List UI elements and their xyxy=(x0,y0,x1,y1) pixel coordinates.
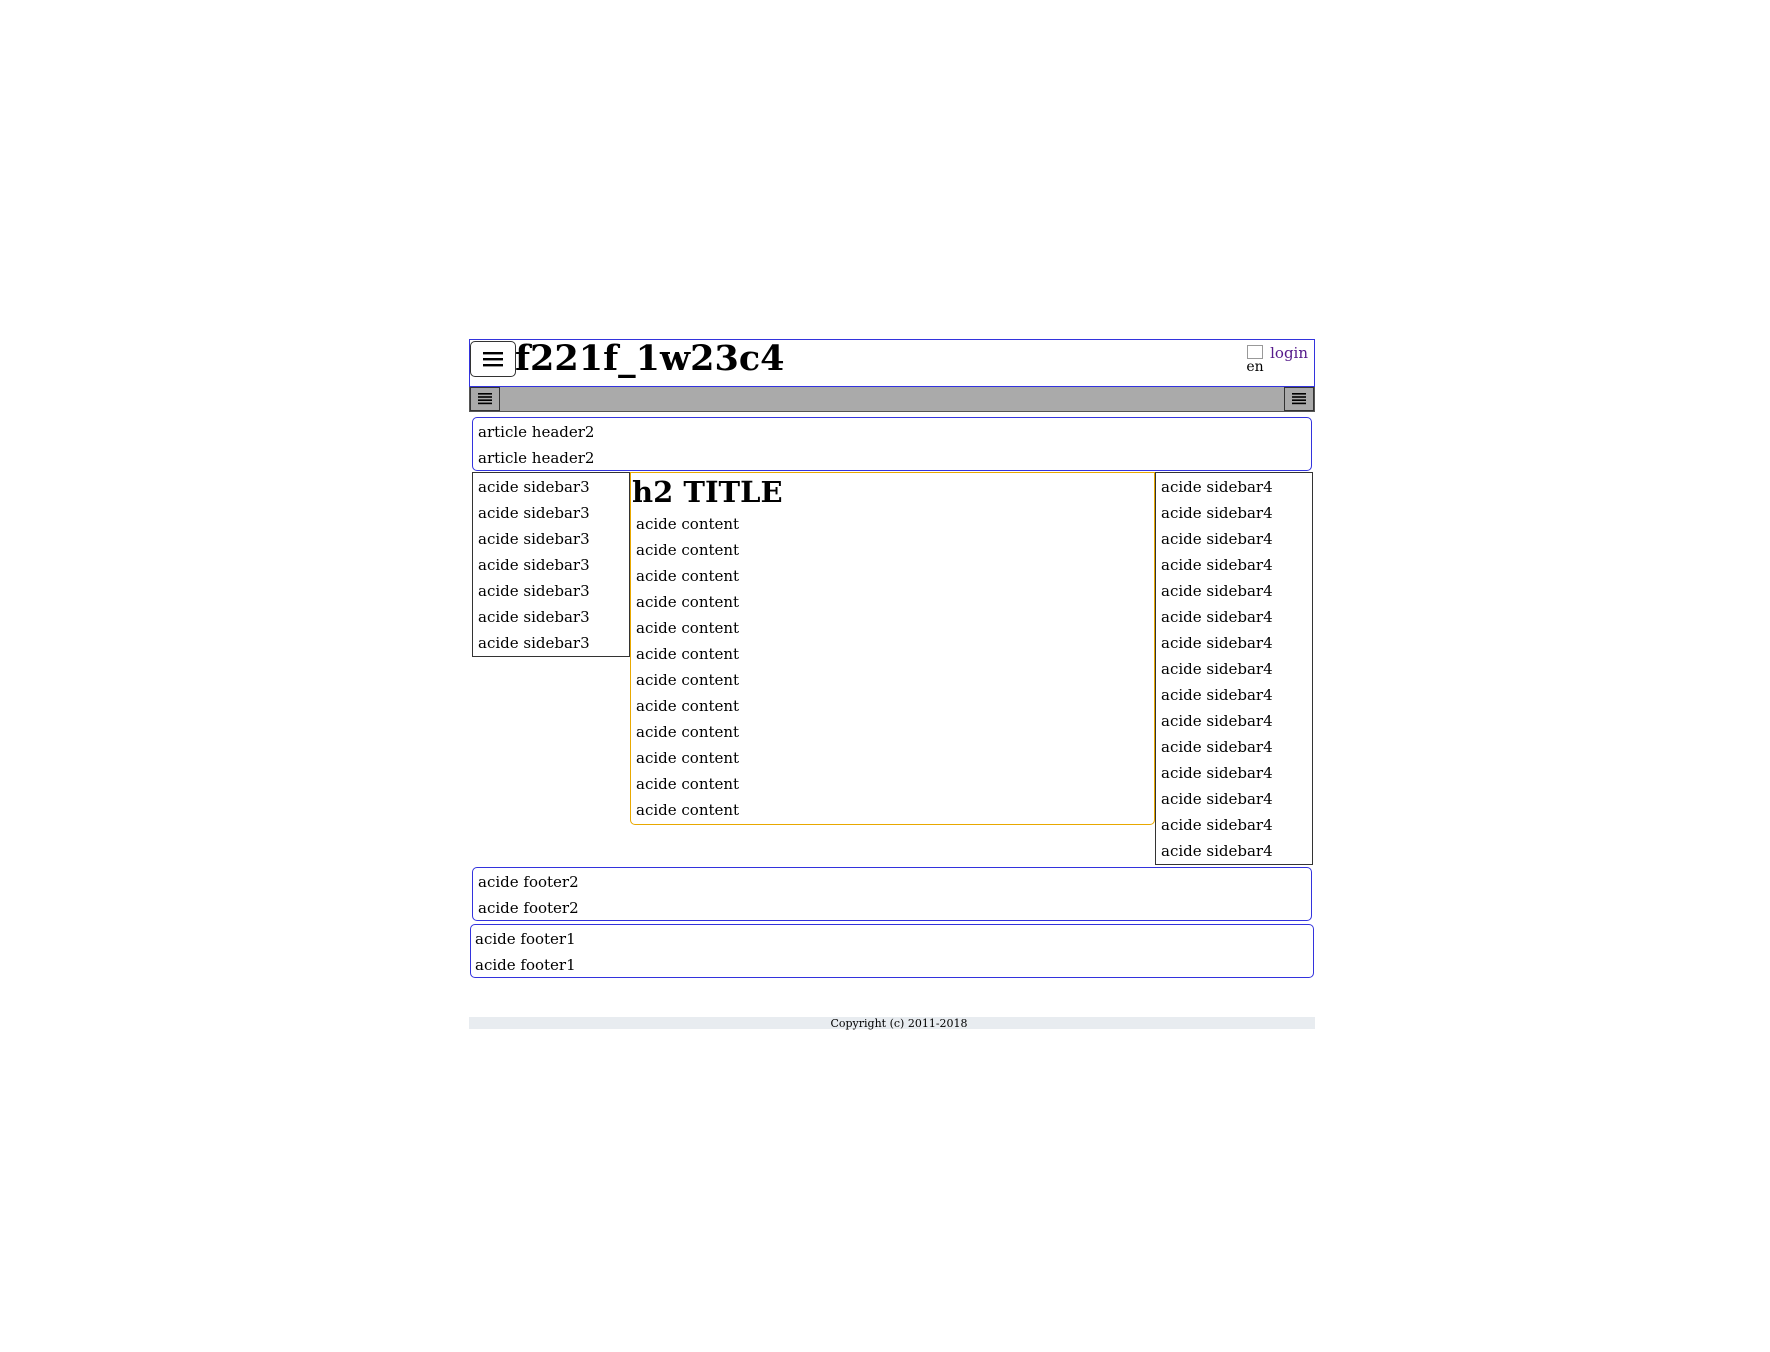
content-line: acide content xyxy=(636,775,740,793)
main-content: h2 TITLE acide content acide content aci… xyxy=(630,472,1155,825)
content-line: acide content xyxy=(636,671,740,689)
article-header-line: article header2 xyxy=(478,449,595,467)
sidebar4-line: acide sidebar4 xyxy=(1161,504,1273,522)
login-link[interactable]: login xyxy=(1270,344,1308,362)
content-line: acide content xyxy=(636,749,740,767)
toolbar xyxy=(469,387,1315,412)
sidebar4-line: acide sidebar4 xyxy=(1161,582,1273,600)
article-footer: acide footer2 acide footer2 xyxy=(472,867,1312,921)
list-icon xyxy=(1292,393,1306,405)
menu-button[interactable] xyxy=(470,341,516,377)
content-line: acide content xyxy=(636,515,740,533)
sidebar4-line: acide sidebar4 xyxy=(1161,842,1273,860)
sidebar3-line: acide sidebar3 xyxy=(478,608,590,626)
hamburger-icon xyxy=(483,352,503,367)
language-flag-image[interactable]: en xyxy=(1241,345,1269,375)
sidebar4: acide sidebar4 acide sidebar4 acide side… xyxy=(1155,472,1313,865)
page: f221f_1w23c4 en login article header2 ar… xyxy=(469,339,1315,1030)
sidebar4-line: acide sidebar4 xyxy=(1161,816,1273,834)
sidebar3-line: acide sidebar3 xyxy=(478,556,590,574)
toolbar-right-button[interactable] xyxy=(1284,387,1314,411)
sidebar4-line: acide sidebar4 xyxy=(1161,478,1273,496)
content-line: acide content xyxy=(636,593,740,611)
content-line: acide content xyxy=(636,723,740,741)
sidebar3-line: acide sidebar3 xyxy=(478,504,590,522)
footer2-line: acide footer2 xyxy=(478,899,579,917)
content-title: h2 TITLE xyxy=(632,475,783,509)
footer2-line: acide footer2 xyxy=(478,873,579,891)
footer1-line: acide footer1 xyxy=(475,956,576,974)
sidebar3: acide sidebar3 acide sidebar3 acide side… xyxy=(472,472,630,657)
sidebar4-line: acide sidebar4 xyxy=(1161,634,1273,652)
sidebar4-line: acide sidebar4 xyxy=(1161,738,1273,756)
sidebar4-line: acide sidebar4 xyxy=(1161,712,1273,730)
sidebar4-line: acide sidebar4 xyxy=(1161,686,1273,704)
article-header-line: article header2 xyxy=(478,423,595,441)
content-line: acide content xyxy=(636,541,740,559)
content-line: acide content xyxy=(636,645,740,663)
sidebar3-line: acide sidebar3 xyxy=(478,478,590,496)
content-line: acide content xyxy=(636,619,740,637)
list-icon xyxy=(478,393,492,405)
site-footer: acide footer1 acide footer1 xyxy=(470,924,1314,978)
language-alt-text: en xyxy=(1246,359,1264,375)
site-header: f221f_1w23c4 en login xyxy=(469,339,1315,387)
sidebar4-line: acide sidebar4 xyxy=(1161,764,1273,782)
footer1-line: acide footer1 xyxy=(475,930,576,948)
content-line: acide content xyxy=(636,567,740,585)
site-title: f221f_1w23c4 xyxy=(515,338,785,379)
sidebar4-line: acide sidebar4 xyxy=(1161,530,1273,548)
broken-image-icon xyxy=(1247,345,1263,359)
sidebar4-line: acide sidebar4 xyxy=(1161,556,1273,574)
toolbar-left-button[interactable] xyxy=(470,387,500,411)
sidebar3-line: acide sidebar3 xyxy=(478,634,590,652)
article-header: article header2 article header2 xyxy=(472,417,1312,471)
sidebar3-line: acide sidebar3 xyxy=(478,582,590,600)
sidebar3-line: acide sidebar3 xyxy=(478,530,590,548)
content-line: acide content xyxy=(636,801,740,819)
sidebar4-line: acide sidebar4 xyxy=(1161,660,1273,678)
copyright-bar: Copyright (c) 2011-2018 xyxy=(469,1017,1315,1030)
content-line: acide content xyxy=(636,697,740,715)
sidebar4-line: acide sidebar4 xyxy=(1161,790,1273,808)
sidebar4-line: acide sidebar4 xyxy=(1161,608,1273,626)
